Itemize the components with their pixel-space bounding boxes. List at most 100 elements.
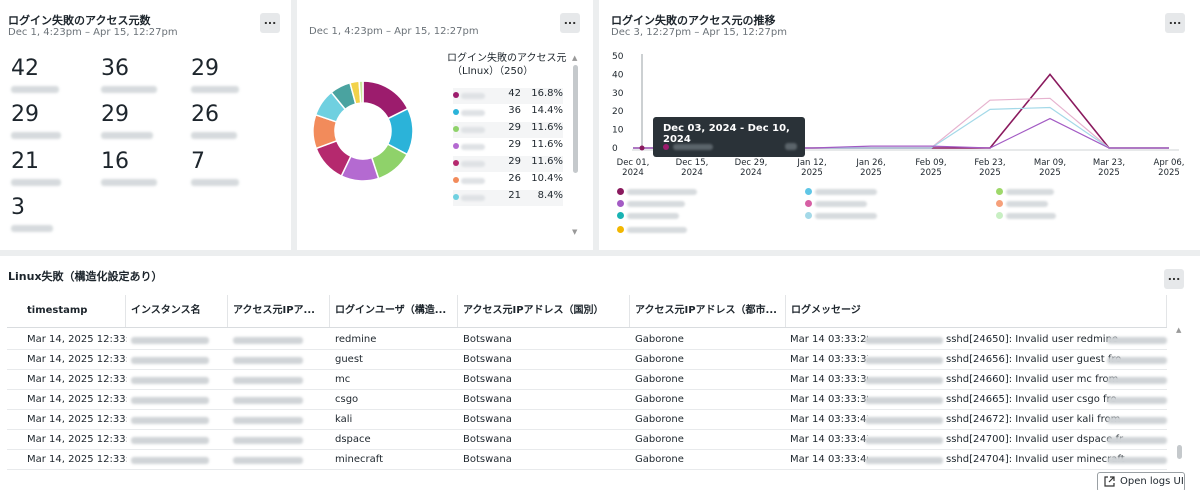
cell-city: Gaborone [635,414,684,425]
x-tick-label: Dec 29, [735,158,768,168]
column-header[interactable]: アクセス元IPアドレス（国別） [458,295,630,327]
panel-menu-button[interactable]: ... [560,13,580,33]
legend-swatch[interactable] [996,200,1003,207]
cell-log-time: Mar 14 03:33:28 [790,334,868,345]
legend-percent: 10.4% [531,173,563,184]
table-row[interactable]: Mar 14, 2025 12:33:3 mc Botswana Gaborone Ma… [7,370,1167,390]
pie-legend-row[interactable]: 29 11.6% [453,122,563,138]
table-row[interactable]: Mar 14, 2025 12:33:3 csgo Botswana Gaborone… [7,390,1167,410]
x-tick-label: 2024 [622,168,644,178]
panel-title: Linux失敗（構造化設定あり） [8,270,163,283]
panel-menu-button[interactable]: ... [1165,13,1185,33]
column-header[interactable]: アクセス元IPアドレス（都市... [630,295,786,327]
cell-country: Botswana [463,374,512,385]
cell-city: Gaborone [635,354,684,365]
cell-timestamp: Mar 14, 2025 12:33:4 [27,434,127,445]
y-tick-label: 20 [612,107,624,117]
scroll-down-icon[interactable]: ▼ [572,228,577,236]
legend-count: 29 [508,122,521,133]
external-link-icon [1104,476,1115,487]
legend-swatch[interactable] [617,226,624,233]
cell-login-user: redmine [335,334,377,345]
redacted-value [865,357,943,364]
pie-legend-row[interactable]: 29 11.6% [453,156,563,172]
x-tick-label: 2024 [740,168,762,178]
panel-menu-button[interactable]: ... [260,13,280,33]
legend-label[interactable] [627,201,685,207]
legend-swatch[interactable] [805,212,812,219]
redacted-value [865,437,943,444]
legend-swatch [453,194,459,200]
pie-legend-row[interactable]: 42 16.8% [453,88,563,104]
column-header[interactable]: インスタンス名 [126,295,228,327]
legend-swatch[interactable] [805,200,812,207]
table-row[interactable]: Mar 14, 2025 12:33:4 dspace Botswana Gaboro… [7,430,1167,450]
x-tick-label: Mar 23, [1093,158,1125,168]
scroll-up-icon[interactable]: ▲ [1176,326,1181,334]
legend-percent: 16.8% [531,88,563,99]
panel-timerange: Dec 1, 4:23pm – Apr 15, 12:27pm [8,27,178,38]
redacted-value [1107,417,1167,424]
cell-city: Gaborone [635,454,684,465]
legend-percent: 11.6% [531,156,563,167]
legend-label[interactable] [1006,189,1054,195]
legend-label[interactable] [815,189,877,195]
legend-label[interactable] [815,213,877,219]
pie-legend-row[interactable]: 36 14.4% [453,105,563,121]
table-row[interactable]: Mar 14, 2025 12:33:4 minecraft Botswana Gab… [7,450,1167,470]
legend-count: 26 [508,173,521,184]
x-tick-label: Dec 15, [676,158,709,168]
column-header[interactable]: ログメッセージ [786,295,1167,327]
legend-label[interactable] [627,189,697,195]
cell-country: Botswana [463,414,512,425]
x-tick-label: 2024 [681,168,703,178]
redacted-value [1107,437,1167,444]
hover-point [639,145,645,151]
legend-label[interactable] [1006,201,1048,207]
legend-label[interactable] [627,213,679,219]
legend-swatch[interactable] [996,212,1003,219]
legend-swatch[interactable] [805,188,812,195]
cell-country: Botswana [463,434,512,445]
table-row[interactable]: Mar 14, 2025 12:33:2 redmine Botswana Gabor… [7,330,1167,350]
redacted-value [131,337,209,344]
line-chart[interactable]: 50403020100Dec 01,2024Dec 15,2024Dec 29,… [604,46,1194,186]
legend-label[interactable] [815,201,867,207]
pie-legend-scrollbar[interactable] [573,65,578,173]
x-tick-label: Dec 01, [617,158,650,168]
billboard-panel: ログイン失敗のアクセス元数 Dec 1, 4:23pm – Apr 15, 12… [0,0,291,250]
billboard-item: 3 [11,196,53,232]
scroll-up-icon[interactable]: ▲ [572,54,577,62]
cell-login-user: kali [335,414,353,425]
panel-title: ログイン失敗のアクセス元数 [8,14,151,27]
cell-timestamp: Mar 14, 2025 12:33:2 [27,334,127,345]
legend-label[interactable] [627,227,687,233]
table-row[interactable]: Mar 14, 2025 12:33:4 kali Botswana Gaborone… [7,410,1167,430]
redacted-value [131,417,209,424]
pie-legend-row[interactable]: 29 11.6% [453,139,563,155]
legend-swatch [453,92,459,98]
column-header[interactable]: timestamp [22,295,126,327]
cell-country: Botswana [463,354,512,365]
open-logs-ui-button[interactable]: Open logs UI [1097,472,1185,490]
x-tick-label: 2025 [920,168,942,178]
donut-chart[interactable] [308,76,418,186]
pie-legend-row[interactable]: 21 8.4% [453,190,563,206]
legend-swatch[interactable] [617,212,624,219]
pie-legend-row[interactable]: 26 10.4% [453,173,563,189]
legend-swatch[interactable] [617,188,624,195]
legend-swatch[interactable] [617,200,624,207]
x-tick-label: Jan 26, [855,158,885,168]
billboard-item: 42 [11,57,59,93]
panel-menu-button[interactable]: ... [1164,269,1184,289]
table-row[interactable]: Mar 14, 2025 12:33:3 guest Botswana Gaboron… [7,350,1167,370]
legend-swatch[interactable] [996,188,1003,195]
table-scrollbar[interactable] [1177,445,1182,459]
cell-city: Gaborone [635,434,684,445]
column-header[interactable]: ログインユーザ（構造... [330,295,458,327]
chart-tooltip: Dec 03, 2024 - Dec 10, 2024 [653,117,805,157]
column-header[interactable]: アクセス元IPア... [228,295,330,327]
billboard-item: 26 [191,103,237,139]
legend-label[interactable] [1006,213,1056,219]
x-tick-label: 2025 [1158,168,1180,178]
